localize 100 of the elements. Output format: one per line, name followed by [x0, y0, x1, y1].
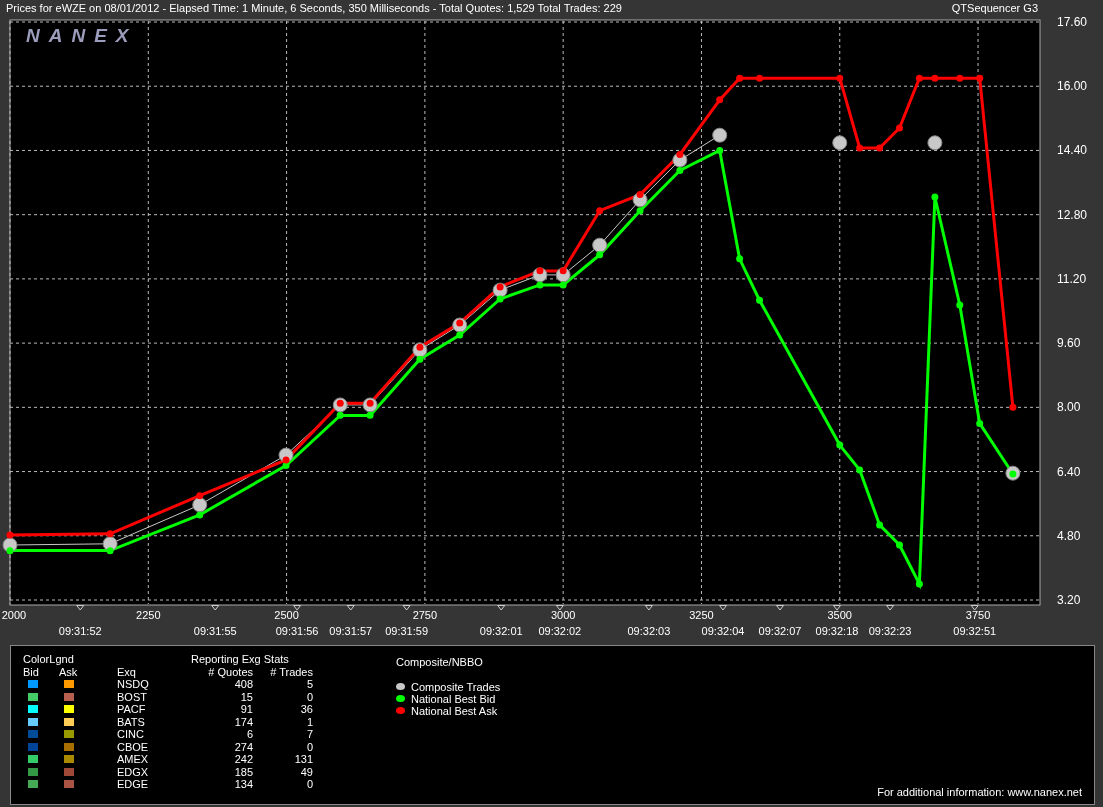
- data-point: [856, 144, 864, 152]
- exchange-name: EDGX: [117, 765, 149, 778]
- table-cell: 131: [294, 753, 313, 765]
- time-label: 09:31:59: [385, 625, 429, 637]
- axis-label: 3500: [827, 609, 852, 621]
- column-header: # Quotes: [208, 665, 253, 678]
- data-point: [976, 74, 984, 82]
- legend-title: Composite/NBBO: [396, 655, 484, 670]
- data-point: [931, 193, 939, 201]
- time-label: 09:32:02: [538, 625, 582, 637]
- table-cell: 5: [306, 678, 313, 690]
- axis-label: 2500: [274, 609, 299, 621]
- data-point: [1009, 403, 1017, 411]
- table-cell: 1: [306, 715, 313, 728]
- table-cell: 0: [306, 690, 313, 703]
- time-label: 09:31:56: [275, 625, 319, 637]
- column-header: Ask: [59, 665, 78, 678]
- axis-label: 4.80: [1057, 528, 1081, 543]
- legend-label: National Best Bid: [411, 692, 496, 705]
- table-cell: 6: [246, 728, 253, 740]
- time-label: 09:32:51: [953, 625, 997, 637]
- axis-label: 3250: [689, 609, 714, 621]
- data-point: [976, 419, 984, 427]
- column-header: # Trades: [270, 665, 313, 678]
- legend-title: ColorLgnd: [23, 653, 74, 665]
- data-point: [876, 144, 884, 152]
- event-marker: [719, 605, 728, 611]
- event-marker: [644, 605, 653, 611]
- data-point: [736, 74, 744, 82]
- exchange-name: CINC: [117, 728, 144, 740]
- chart-title: Prices for eWZE on 08/01/2012 - Elapsed Time: 1 Minute, 6 Seconds, 350 Milliseconds - Total Quotes: 1,529 Total Trades: 229: [6, 1, 622, 16]
- data-point: [736, 255, 744, 263]
- axis-label: 6.40: [1057, 464, 1081, 479]
- exchange-name: PACF: [117, 703, 146, 715]
- data-point: [756, 74, 764, 82]
- exchange-name: AMEX: [117, 753, 149, 765]
- axis-label: 9.60: [1057, 336, 1081, 351]
- data-point: [931, 74, 939, 82]
- exchange-name: CBOE: [117, 740, 149, 753]
- time-label: 09:32:23: [868, 625, 912, 637]
- table-cell: 15: [240, 690, 253, 703]
- data-point: [836, 441, 844, 449]
- info-text: For additional information: www.nanex.net: [877, 784, 1082, 800]
- event-marker: [293, 605, 302, 611]
- axis-label: 2250: [136, 609, 161, 621]
- axis-label: 8.00: [1057, 400, 1081, 415]
- app-name: QTSequencer G3: [951, 1, 1038, 16]
- time-label: 09:32:01: [479, 625, 523, 637]
- event-marker: [497, 605, 506, 611]
- exchange-name: NSDQ: [117, 678, 149, 690]
- table-cell: 274: [234, 740, 253, 753]
- data-point: [915, 580, 923, 588]
- event-marker: [970, 605, 979, 611]
- data-point: [836, 74, 844, 82]
- column-header: Bid: [23, 665, 39, 678]
- data-point: [956, 301, 964, 309]
- axis-label: 2750: [412, 609, 438, 621]
- event-marker: [886, 605, 895, 611]
- time-label: 09:32:18: [815, 625, 859, 637]
- axis-label: 14.40: [1057, 143, 1088, 158]
- column-header: Exq: [117, 665, 136, 678]
- time-label: 09:31:52: [58, 625, 102, 637]
- logo: NANEX: [26, 25, 138, 46]
- data-point: [856, 466, 864, 474]
- data-point: [927, 135, 943, 151]
- table-cell: 49: [300, 765, 313, 778]
- legend-label: National Best Ask: [411, 704, 498, 717]
- table-cell: 134: [234, 778, 253, 790]
- event-marker: [776, 605, 784, 611]
- table-cell: 7: [306, 728, 313, 740]
- event-marker: [402, 605, 411, 611]
- axis-label: 17.60: [1057, 16, 1088, 29]
- axis-label: 3.20: [1057, 593, 1081, 607]
- stats-title: Reporting Exg Stats: [191, 653, 289, 665]
- table-cell: 36: [300, 703, 313, 715]
- event-marker: [346, 605, 355, 611]
- axis-label: 16.00: [1057, 79, 1088, 94]
- table-cell: 242: [234, 753, 253, 765]
- table-cell: 185: [234, 765, 253, 778]
- time-label: 09:31:55: [193, 625, 237, 637]
- axis-label: 12.80: [1057, 207, 1088, 222]
- event-marker: [211, 605, 220, 611]
- axis-label: 11.20: [1057, 271, 1087, 286]
- data-point: [876, 521, 884, 529]
- exchange-name: EDGE: [117, 778, 149, 790]
- data-point: [956, 74, 964, 82]
- exchange-name: BATS: [117, 715, 145, 728]
- data-point: [832, 135, 848, 151]
- time-label: 09:31:57: [329, 625, 373, 637]
- time-label: 09:32:03: [627, 625, 671, 637]
- event-marker: [76, 605, 85, 611]
- table-cell: 174: [234, 715, 253, 728]
- table-cell: 0: [306, 740, 313, 753]
- legend-label: Composite Trades: [411, 680, 501, 693]
- time-label: 09:32:04: [701, 625, 745, 637]
- data-point: [896, 541, 903, 549]
- table-cell: 0: [306, 778, 313, 790]
- data-point: [716, 146, 724, 154]
- table-cell: 408: [234, 678, 253, 690]
- data-point: [756, 296, 764, 304]
